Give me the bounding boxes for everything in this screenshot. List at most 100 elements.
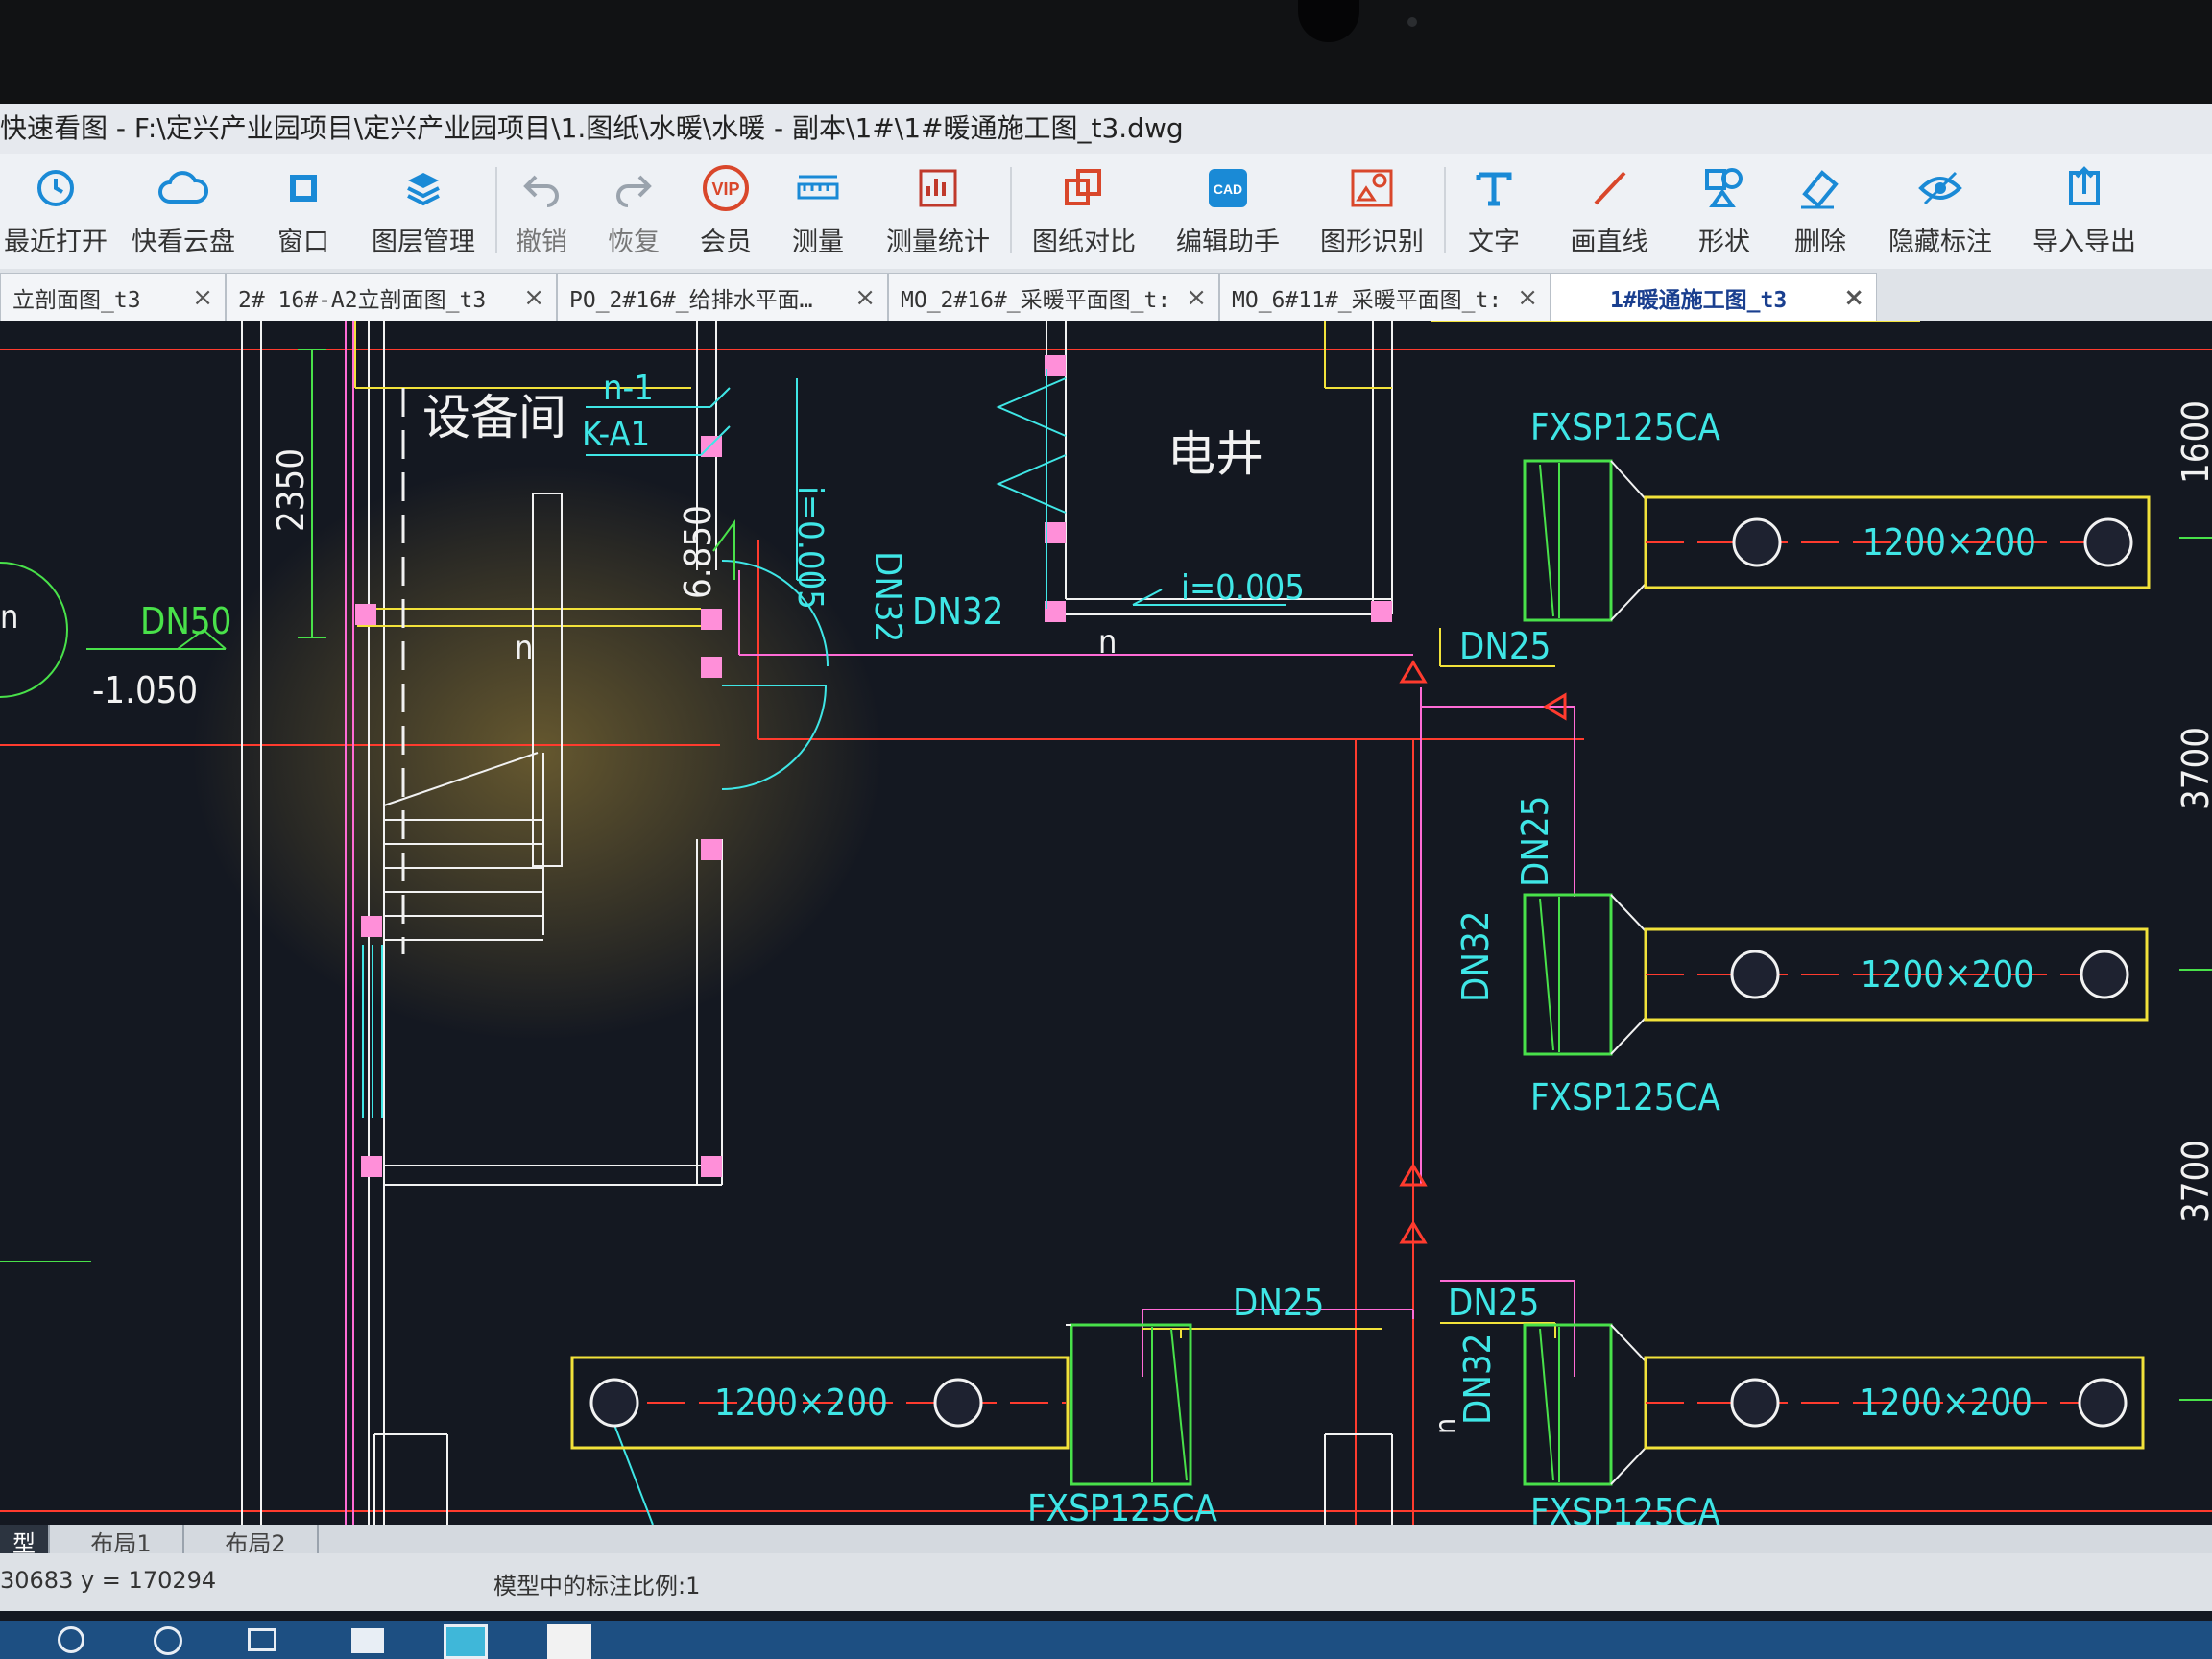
pipe-label-dn32-a: DN32 [912, 590, 1003, 633]
line-icon [1582, 161, 1636, 215]
toolbar-button-vip[interactable]: VIP 会员 [682, 154, 770, 269]
dimension-3700-a: 3700 [2175, 727, 2212, 810]
toolbar-button-label: 测量统计 [886, 228, 990, 257]
document-tabs: 立剖面图_t3 × 2# 16#-A2立剖面图_t3 × PO_2#16#_给排水平面…… [0, 269, 2212, 321]
toolbar-button-edit-assistant[interactable]: CAD 编辑助手 [1156, 154, 1300, 269]
window-title: 快速看图 - F:\定兴产业园项目\定兴产业园项目\1.图纸\水暖\水暖 - 副… [0, 112, 1184, 144]
status-bar: 30683 y = 170294 模型中的标注比例:1 [0, 1553, 2212, 1611]
export-icon [2057, 161, 2111, 215]
dimension-1600: 1600 [2175, 400, 2212, 484]
tab-close-icon[interactable]: × [523, 283, 544, 312]
taskbar-app-icon[interactable] [444, 1624, 488, 1659]
fcu-label-1: FXSP125CA [1530, 406, 1721, 448]
toolbar-button-ruler[interactable]: 测量 [770, 154, 866, 269]
duct-label-3: 1200×200 [714, 1382, 888, 1424]
window-icon [276, 161, 330, 215]
tab-close-icon[interactable]: × [1186, 283, 1207, 312]
toolbar-button-cloud[interactable]: 快看云盘 [111, 154, 255, 269]
tab-close-icon[interactable]: × [192, 283, 213, 312]
eraser-icon [1793, 161, 1847, 215]
vip-icon: VIP [699, 161, 753, 215]
pipe-label-dn32-d: DN32 [1456, 1334, 1499, 1425]
dimension-3700-b: 3700 [2175, 1140, 2212, 1223]
toolbar-button-label: 编辑助手 [1176, 228, 1280, 257]
os-taskbar [0, 1621, 2212, 1659]
eye-icon [1913, 161, 1967, 215]
riser-label-n1: n-1 [603, 369, 654, 408]
tab-close-icon[interactable]: × [1843, 283, 1864, 312]
webcam-indicator [1407, 17, 1417, 27]
pipe-label-dn32-c: DN32 [1455, 911, 1497, 1002]
elevation-6850: 6.850 [677, 505, 719, 599]
toolbar-button-compare[interactable]: 图纸对比 [1012, 154, 1156, 269]
pipe-mark-n-d: n [1430, 1418, 1463, 1434]
duct-label-1: 1200×200 [1863, 521, 2036, 564]
fcu-label-2: FXSP125CA [1530, 1076, 1721, 1118]
toolbar-button-undo[interactable]: 撤销 [497, 154, 586, 269]
toolbar-button-redo[interactable]: 恢复 [586, 154, 682, 269]
edit-assistant-icon: CAD [1201, 161, 1255, 215]
drawing-canvas[interactable]: 设备间 电井 2350 1600 3700 3700 -1.050 6.850 … [0, 321, 2212, 1636]
tab-label: 2# 16#-A2立剖面图_t3 [238, 287, 487, 313]
riser-label-ka1: K-A1 [582, 415, 650, 454]
tab-close-icon[interactable]: × [1517, 283, 1538, 312]
tab-label: PO_2#16#_给排水平面… [569, 287, 813, 313]
tab-label: MO_6#11#_采暖平面图_t: [1232, 287, 1503, 313]
undo-icon [515, 161, 568, 215]
document-tab[interactable]: 立剖面图_t3 × [0, 273, 226, 321]
tab-label: 1#暖通施工图_t3 [1609, 287, 1788, 313]
room-label-shaft: 电井 [1167, 426, 1263, 482]
document-tab[interactable]: 1#暖通施工图_t3 × [1551, 273, 1877, 321]
toolbar-button-label: 图层管理 [372, 228, 475, 257]
tab-label: 立剖面图_t3 [12, 287, 141, 313]
slope-label-a: i=0.005 [1181, 568, 1305, 608]
document-tab[interactable]: 2# 16#-A2立剖面图_t3 × [226, 273, 557, 321]
taskbar-cortana-icon[interactable] [154, 1626, 182, 1655]
toolbar-button-label: 窗口 [277, 228, 329, 257]
duct-label-2: 1200×200 [1861, 953, 2034, 996]
room-label-equipment: 设备间 [422, 390, 566, 445]
annotation-scale: 模型中的标注比例:1 [493, 1573, 701, 1599]
cad-drawing[interactable]: 设备间 电井 2350 1600 3700 3700 -1.050 6.850 … [0, 321, 2212, 1525]
svg-text:CAD: CAD [1214, 181, 1242, 197]
taskbar-taskview-icon[interactable] [248, 1628, 276, 1651]
taskbar-app-icon-2[interactable] [547, 1624, 591, 1659]
toolbar-button-eye[interactable]: 隐藏标注 [1868, 154, 2012, 269]
toolbar-button-window[interactable]: 窗口 [255, 154, 351, 269]
tab-label: MO_2#16#_采暖平面图_t: [901, 287, 1171, 313]
clock-icon [29, 161, 83, 215]
document-tab[interactable]: PO_2#16#_给排水平面… × [557, 273, 888, 321]
document-tab[interactable]: MO_2#16#_采暖平面图_t: × [888, 273, 1219, 321]
pipe-mark-n-a: n [515, 629, 533, 667]
pipe-label-dn25-d: DN25 [1448, 1282, 1539, 1324]
toolbar-button-label: 文字 [1468, 228, 1520, 257]
tab-close-icon[interactable]: × [854, 283, 876, 312]
taskbar-store-icon[interactable] [351, 1628, 384, 1653]
toolbar-button-line[interactable]: 画直线 [1542, 154, 1676, 269]
toolbar-button-label: 最近打开 [4, 228, 108, 257]
toolbar-button-layers[interactable]: 图层管理 [351, 154, 495, 269]
pipe-mark-n-b: n [1098, 623, 1117, 661]
toolbar-button-measure-stats[interactable]: 测量统计 [866, 154, 1010, 269]
ruler-icon [791, 161, 845, 215]
measure-stats-icon [911, 161, 965, 215]
fcu-label-3: FXSP125CA [1027, 1487, 1218, 1525]
pipe-label-dn25-b: DN25 [1514, 796, 1556, 887]
cursor-coordinates: 30683 y = 170294 [0, 1567, 217, 1594]
toolbar-button-clock[interactable]: 最近打开 [0, 154, 111, 269]
text-icon [1467, 161, 1521, 215]
toolbar-button-shape[interactable]: 形状 [1676, 154, 1772, 269]
toolbar-button-label: 隐藏标注 [1888, 228, 1992, 257]
toolbar: 最近打开 快看云盘 窗口 图层管理 撤销 恢复 VIP 会员 测量 测量统计 图纸对比 CAD 编辑助手… [0, 154, 2212, 269]
toolbar-button-label: 画直线 [1570, 228, 1648, 257]
redo-icon [607, 161, 661, 215]
toolbar-button-shape-recognize[interactable]: 图形识别 [1300, 154, 1444, 269]
toolbar-button-text[interactable]: 文字 [1446, 154, 1542, 269]
pipe-mark-n-c: n [0, 598, 18, 637]
taskbar-search-icon[interactable] [58, 1626, 84, 1653]
toolbar-button-export[interactable]: 导入导出 [2012, 154, 2156, 269]
toolbar-button-eraser[interactable]: 删除 [1772, 154, 1868, 269]
pipe-label-dn32-b: DN32 [867, 551, 909, 642]
document-tab[interactable]: MO_6#11#_采暖平面图_t: × [1219, 273, 1551, 321]
toolbar-button-label: 形状 [1698, 228, 1750, 257]
